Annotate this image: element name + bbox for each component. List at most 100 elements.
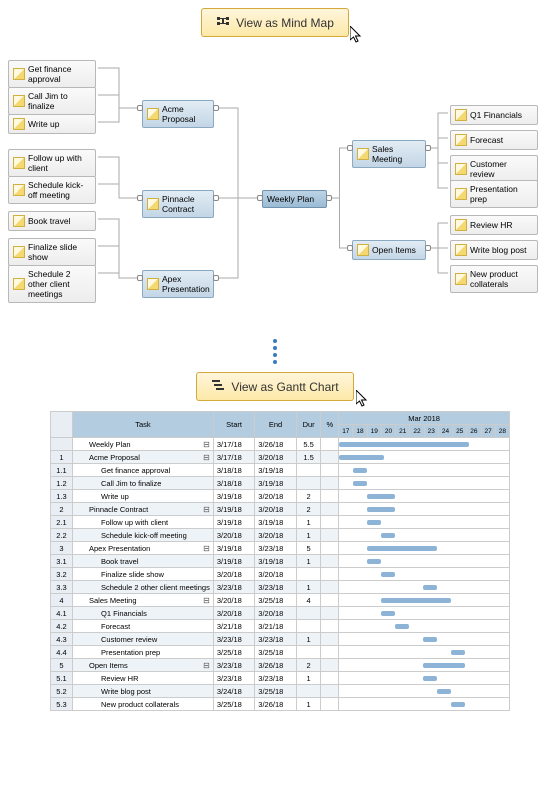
view-gantt-button[interactable]: View as Gantt Chart — [196, 372, 353, 401]
row-start: 3/25/18 — [213, 698, 254, 711]
connector-port — [425, 145, 431, 151]
leaf-node[interactable]: Schedule 2 other client meetings — [8, 265, 96, 303]
gantt-row[interactable]: 4.3Customer review3/23/183/23/181 — [51, 633, 510, 646]
gantt-row[interactable]: 3.3Schedule 2 other client meetings3/23/… — [51, 581, 510, 594]
collapse-icon[interactable]: ⊟ — [203, 544, 210, 553]
gantt-row[interactable]: 3Apex Presentation⊟3/19/183/23/185 — [51, 542, 510, 555]
gantt-bar — [381, 611, 395, 616]
row-timeline — [339, 659, 510, 672]
leaf-node[interactable]: Q1 Financials — [450, 105, 538, 125]
row-num: 1.2 — [51, 477, 73, 490]
day-header: 24 — [438, 425, 452, 438]
node-label: Acme Proposal — [162, 104, 209, 124]
gantt-row[interactable]: 3.2Finalize slide show3/20/183/20/18 — [51, 568, 510, 581]
row-task: Presentation prep — [73, 646, 214, 659]
mid-node[interactable]: Acme Proposal — [142, 100, 214, 128]
row-dur: 1 — [296, 516, 321, 529]
root-node[interactable]: Weekly Plan — [262, 190, 327, 208]
leaf-node[interactable]: Get finance approval — [8, 60, 96, 88]
collapse-icon[interactable]: ⊟ — [203, 440, 210, 449]
row-pct — [321, 607, 339, 620]
gantt-row[interactable]: 5.1Review HR3/23/183/23/181 — [51, 672, 510, 685]
view-mindmap-button[interactable]: View as Mind Map — [201, 8, 349, 37]
row-num: 4.1 — [51, 607, 73, 620]
leaf-node[interactable]: Finalize slide show — [8, 238, 96, 266]
leaf-node[interactable]: New product collaterals — [450, 265, 538, 293]
row-end: 3/26/18 — [255, 698, 296, 711]
leaf-node[interactable]: Forecast — [450, 130, 538, 150]
collapse-icon[interactable]: ⊟ — [203, 661, 210, 670]
row-start: 3/25/18 — [213, 646, 254, 659]
row-pct — [321, 529, 339, 542]
row-start: 3/19/18 — [213, 490, 254, 503]
gantt-row[interactable]: 4.4Presentation prep3/25/183/25/18 — [51, 646, 510, 659]
task-icon — [455, 273, 467, 285]
row-start: 3/19/18 — [213, 542, 254, 555]
row-start: 3/24/18 — [213, 685, 254, 698]
gantt-bar — [367, 520, 381, 525]
gantt-row[interactable]: 1.2Call Jim to finalize3/18/183/19/18 — [51, 477, 510, 490]
mid-node[interactable]: Pinnacle Contract — [142, 190, 214, 218]
day-header: 22 — [410, 425, 424, 438]
gantt-row[interactable]: 4Sales Meeting⊟3/20/183/25/184 — [51, 594, 510, 607]
gantt-row[interactable]: 1Acme Proposal⊟3/17/183/20/181.5 — [51, 451, 510, 464]
row-pct — [321, 477, 339, 490]
row-task: Schedule 2 other client meetings — [73, 581, 214, 594]
leaf-node[interactable]: Write up — [8, 114, 96, 134]
row-timeline — [339, 464, 510, 477]
row-start: 3/23/18 — [213, 581, 254, 594]
gantt-row[interactable]: 5.2Write blog post3/24/183/25/18 — [51, 685, 510, 698]
mid-node[interactable]: Sales Meeting — [352, 140, 426, 168]
gantt-row[interactable]: 5Open Items⊟3/23/183/26/182 — [51, 659, 510, 672]
row-dur: 2 — [296, 490, 321, 503]
gantt-row[interactable]: 2Pinnacle Contract⊟3/19/183/20/182 — [51, 503, 510, 516]
connector-port — [213, 275, 219, 281]
gantt-row[interactable]: 1.1Get finance approval3/18/183/19/18 — [51, 464, 510, 477]
collapse-icon[interactable]: ⊟ — [203, 453, 210, 462]
task-icon — [147, 198, 159, 210]
row-timeline — [339, 672, 510, 685]
gantt-row[interactable]: 4.2Forecast3/21/183/21/18 — [51, 620, 510, 633]
leaf-node[interactable]: Schedule kick-off meeting — [8, 176, 96, 204]
row-start: 3/23/18 — [213, 672, 254, 685]
row-num: 5 — [51, 659, 73, 672]
gantt-bar — [423, 585, 437, 590]
row-num: 2.2 — [51, 529, 73, 542]
gantt-row[interactable]: 2.1Follow up with client3/19/183/19/181 — [51, 516, 510, 529]
task-icon — [455, 134, 467, 146]
leaf-node[interactable]: Customer review — [450, 155, 538, 183]
mid-node[interactable]: Open Items — [352, 240, 426, 260]
row-num: 1.3 — [51, 490, 73, 503]
gantt-row[interactable]: Weekly Plan⊟3/17/183/26/185.5 — [51, 438, 510, 451]
mid-node[interactable]: Apex Presentation — [142, 270, 214, 298]
leaf-node[interactable]: Presentation prep — [450, 180, 538, 208]
gantt-bar — [367, 507, 395, 512]
task-icon — [455, 219, 467, 231]
gantt-row[interactable]: 3.1Book travel3/19/183/19/181 — [51, 555, 510, 568]
row-task: Get finance approval — [73, 464, 214, 477]
row-num: 4 — [51, 594, 73, 607]
row-end: 3/23/18 — [255, 672, 296, 685]
row-start: 3/23/18 — [213, 659, 254, 672]
leaf-node[interactable]: Write blog post — [450, 240, 538, 260]
gantt-bar — [451, 702, 465, 707]
leaf-node[interactable]: Book travel — [8, 211, 96, 231]
collapse-icon[interactable]: ⊟ — [203, 505, 210, 514]
row-pct — [321, 451, 339, 464]
gantt-row[interactable]: 4.1Q1 Financials3/20/183/20/18 — [51, 607, 510, 620]
leaf-node[interactable]: Review HR — [450, 215, 538, 235]
row-end: 3/20/18 — [255, 607, 296, 620]
collapse-icon[interactable]: ⊟ — [203, 596, 210, 605]
leaf-node[interactable]: Call Jim to finalize — [8, 87, 96, 115]
row-pct — [321, 516, 339, 529]
gantt-row[interactable]: 1.3Write up3/19/183/20/182 — [51, 490, 510, 503]
gantt-row[interactable]: 5.3New product collaterals3/25/183/26/18… — [51, 698, 510, 711]
node-label: Schedule kick-off meeting — [28, 180, 91, 200]
node-label: Apex Presentation — [162, 274, 210, 294]
row-end: 3/23/18 — [255, 581, 296, 594]
leaf-node[interactable]: Follow up with client — [8, 149, 96, 177]
row-dur — [296, 646, 321, 659]
row-task: Apex Presentation⊟ — [73, 542, 214, 555]
row-dur: 1.5 — [296, 451, 321, 464]
gantt-row[interactable]: 2.2Schedule kick-off meeting3/20/183/20/… — [51, 529, 510, 542]
